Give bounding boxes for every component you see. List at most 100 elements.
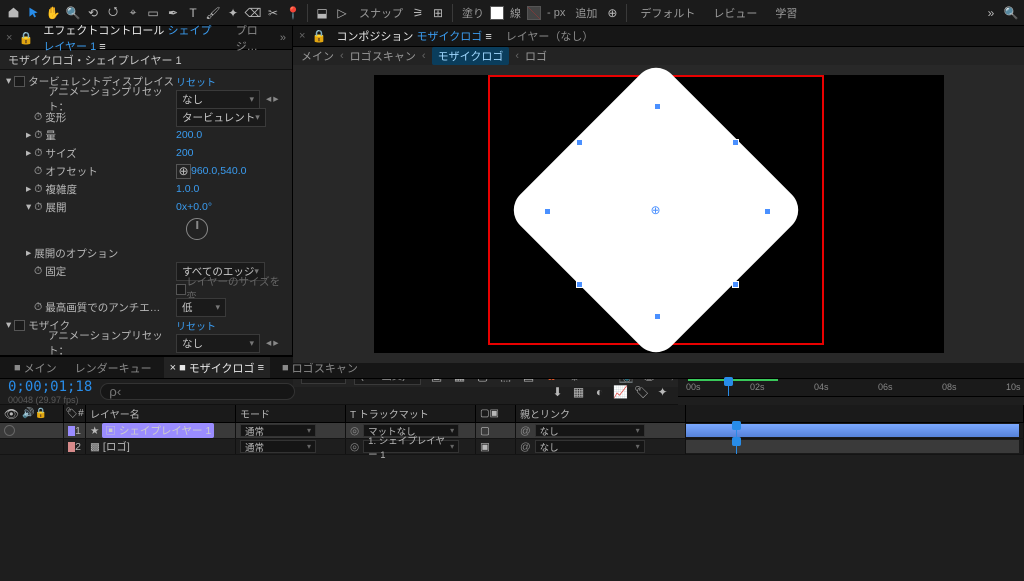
lock-icon[interactable]: 🔒	[311, 29, 326, 44]
fx1-amount-value[interactable]: 200.0	[176, 129, 202, 141]
fx2-preset-select[interactable]: なし▾	[176, 334, 260, 353]
stopwatch-icon[interactable]: ⏱	[34, 201, 42, 214]
graph-editor-icon[interactable]: 📈	[613, 384, 628, 399]
search-icon[interactable]: 🔍	[1002, 4, 1020, 22]
lock-icon[interactable]: 🔒	[18, 30, 33, 45]
switches-icon[interactable]: ▢▣	[480, 408, 499, 419]
grid-icon[interactable]: ⊞	[429, 4, 447, 22]
playhead[interactable]	[728, 379, 729, 396]
workspace-default[interactable]: デフォルト	[632, 3, 703, 23]
blend-mode-select[interactable]: 通常▾	[240, 440, 316, 453]
prev-icon[interactable]: ◂	[266, 93, 271, 105]
pickwhip-icon[interactable]: @	[520, 425, 531, 437]
matte-icon[interactable]: ◎	[350, 441, 359, 453]
fx1-deform-select[interactable]: タービュレント▾	[176, 108, 266, 127]
layer-row-2[interactable]: 2 ▩ [ロゴ] 通常▾ ◎1. シェイプレイヤー 1▾ ▣ @なし▾	[0, 439, 1024, 455]
pickwhip-icon[interactable]: @	[520, 441, 531, 453]
prev-icon[interactable]: ◂	[266, 337, 271, 349]
composition-canvas[interactable]: ⊕	[374, 75, 944, 353]
stopwatch-icon[interactable]: ⏱	[34, 301, 42, 314]
label-color[interactable]	[68, 442, 75, 452]
crumb-logoscan[interactable]: ロゴスキャン	[350, 48, 416, 64]
switch-box[interactable]: ▢	[480, 425, 490, 437]
stopwatch-icon[interactable]: ⏱	[34, 355, 42, 356]
tab-layer-none[interactable]: レイヤー（なし）	[502, 26, 598, 46]
layer-search-input[interactable]	[100, 383, 295, 400]
fx1-reset[interactable]: リセット	[176, 74, 216, 89]
workspace-learn[interactable]: 学習	[767, 3, 805, 23]
col-track-matte[interactable]: T トラックマット	[346, 405, 476, 422]
tl-tab-mosaic[interactable]: × ■ モザイクロゴ ≡	[164, 357, 270, 378]
blend-mode-select[interactable]: 通常▾	[240, 424, 316, 437]
stopwatch-icon[interactable]: ⏱	[34, 183, 42, 196]
layer-row-1[interactable]: 1 ★ ▣ シェイプレイヤー 1 通常▾ ◎マットなし▾ ▢ @なし▾	[0, 423, 1024, 439]
render-icon[interactable]: ✦	[655, 384, 670, 399]
workspace-review[interactable]: レビュー	[705, 3, 765, 23]
track-matte-select[interactable]: 1. シェイプレイヤー 1▾	[363, 440, 459, 453]
panel-close-icon[interactable]: ×	[299, 30, 305, 42]
col-parent[interactable]: 親とリンク	[516, 405, 686, 422]
crosshair-icon[interactable]: ⊕	[176, 164, 191, 179]
motion-blur-icon[interactable]: ◐	[592, 384, 607, 399]
time-ruler[interactable]: 00s 02s 04s 06s 08s 10s	[678, 379, 1024, 397]
parent-select[interactable]: なし▾	[535, 424, 645, 437]
label-color[interactable]	[68, 426, 75, 436]
stopwatch-icon[interactable]: ⏱	[34, 111, 42, 124]
handle-right[interactable]	[764, 208, 771, 215]
stopwatch-icon[interactable]: ⏱	[34, 165, 42, 178]
stopwatch-icon[interactable]: ⏱	[34, 129, 42, 142]
shy-icon[interactable]: ⬇	[550, 384, 565, 399]
col-mode[interactable]: モード	[236, 405, 346, 422]
handle-bl[interactable]	[576, 281, 583, 288]
next-icon[interactable]: ▸	[273, 93, 278, 105]
resize-layer-checkbox[interactable]	[176, 284, 186, 295]
anchor-point-icon[interactable]: ⊕	[650, 203, 660, 217]
crumb-mosaic[interactable]: モザイクロゴ	[432, 47, 510, 65]
eye-col-icon[interactable]: 👁	[4, 406, 19, 421]
draft3d-icon[interactable]: 🏷	[634, 384, 649, 399]
evolution-options[interactable]: 展開のオプション	[34, 246, 118, 261]
handle-tr[interactable]	[732, 139, 739, 146]
viewer-stage[interactable]: ⊕	[293, 65, 1024, 363]
next-icon[interactable]: ▸	[273, 337, 278, 349]
handle-tl[interactable]	[576, 139, 583, 146]
fx1-complexity-value[interactable]: 1.0.0	[176, 183, 199, 195]
add-icon[interactable]: ⊕	[603, 4, 621, 22]
fx1-preset-select[interactable]: なし▾	[176, 90, 260, 109]
fx2-reset[interactable]: リセット	[176, 318, 216, 333]
play-icon[interactable]: ▷	[333, 4, 351, 22]
snap-opts-icon[interactable]: ⚞	[409, 4, 427, 22]
panel-close-icon[interactable]: ×	[6, 32, 12, 44]
stopwatch-icon[interactable]: ⏱	[34, 147, 42, 160]
fx1-aa-select[interactable]: 低▾	[176, 298, 226, 317]
handle-br[interactable]	[732, 281, 739, 288]
fx1-evolution-value[interactable]: 0x+0.0°	[176, 201, 212, 213]
stroke-swatch[interactable]	[527, 6, 541, 20]
stopwatch-icon[interactable]: ⏱	[34, 265, 42, 278]
col-layer-name[interactable]: レイヤー名	[86, 405, 236, 422]
fx1-size-value[interactable]: 200	[176, 147, 194, 159]
panel-more-icon[interactable]: »	[280, 32, 286, 44]
home-icon[interactable]	[4, 4, 22, 22]
visibility-toggle[interactable]	[4, 425, 15, 436]
fx1-offset-value[interactable]: 960.0,540.0	[191, 165, 246, 177]
crumb-main[interactable]: メイン	[301, 48, 334, 64]
fill-swatch[interactable]	[490, 6, 504, 20]
matte-icon[interactable]: ◎	[350, 425, 359, 437]
align-icon[interactable]: ⬓	[313, 4, 331, 22]
handle-bottom[interactable]	[654, 313, 661, 320]
current-time[interactable]: 0;00;01;18	[8, 379, 92, 395]
puppet-tool-icon[interactable]: 📍	[284, 4, 302, 22]
parent-select[interactable]: なし▾	[535, 440, 645, 453]
tl-tab-renderqueue[interactable]: レンダーキュー	[69, 357, 158, 378]
tl-tab-main[interactable]: ■ メイン	[8, 357, 63, 378]
more-icon[interactable]: »	[982, 4, 1000, 22]
stroke-width[interactable]: - px	[547, 7, 565, 19]
handle-left[interactable]	[544, 208, 551, 215]
crumb-logo[interactable]: ロゴ	[525, 48, 547, 64]
evolution-dial[interactable]	[186, 218, 208, 240]
frame-blend-icon[interactable]: ▦	[571, 384, 586, 399]
handle-top[interactable]	[654, 103, 661, 110]
tag-col-icon[interactable]: 🏷	[65, 408, 78, 419]
switch-box[interactable]: ▣	[480, 441, 490, 453]
